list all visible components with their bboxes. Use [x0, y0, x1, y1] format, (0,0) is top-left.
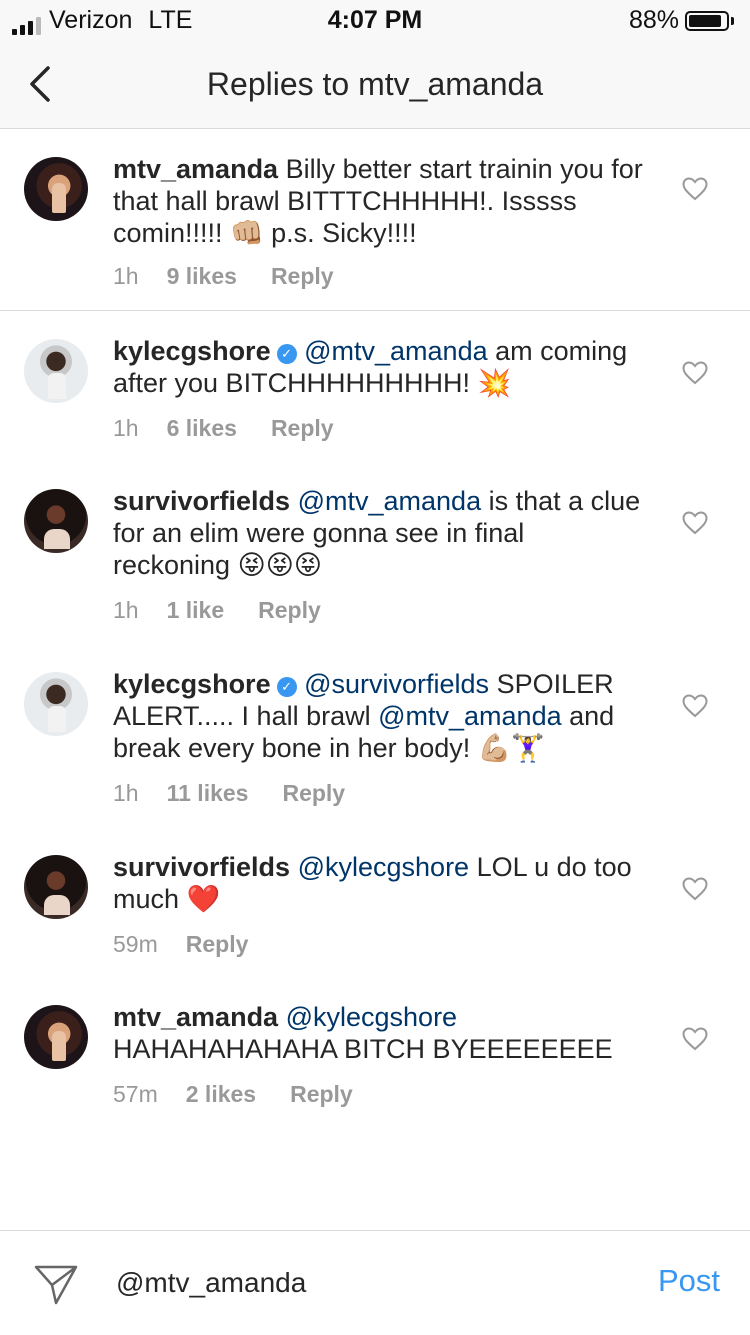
heart-icon[interactable]: [682, 694, 708, 718]
comment-item: survivorfields @mtv_amanda is that a clu…: [0, 461, 750, 644]
verified-badge-icon: ✓: [276, 344, 297, 364]
mention-link[interactable]: @mtv_amanda: [298, 486, 482, 516]
comment-item: survivorfields @kylecgshore LOL u do too…: [0, 827, 750, 977]
comment-input[interactable]: [116, 1267, 616, 1299]
page-title: Replies to mtv_amanda: [206, 66, 544, 102]
nav-header: Replies to mtv_amanda: [0, 40, 750, 129]
battery-tip: [731, 16, 734, 25]
direct-send-icon[interactable]: [32, 1259, 80, 1307]
comment-body: survivorfields @kylecgshore LOL u do too…: [113, 851, 643, 915]
comment-username[interactable]: survivorfields: [113, 852, 290, 882]
mention-link[interactable]: @mtv_amanda: [304, 336, 488, 366]
reply-button[interactable]: Reply: [271, 263, 334, 290]
comment-composer: Post: [0, 1230, 750, 1335]
comment-meta: 1h 11 likes Reply: [113, 780, 345, 807]
reply-button[interactable]: Reply: [186, 931, 249, 958]
avatar[interactable]: [24, 157, 88, 221]
battery-percent: 88%: [628, 6, 679, 34]
mention-link[interactable]: @mtv_amanda: [378, 701, 562, 731]
comment-item: kylecgshore ✓ @mtv_amanda am coming after…: [0, 311, 750, 461]
verified-badge-icon: ✓: [276, 677, 297, 697]
comment-meta: 1h 9 likes Reply: [113, 263, 334, 290]
reply-button[interactable]: Reply: [271, 415, 334, 442]
comment-likes[interactable]: 2 likes: [186, 1081, 256, 1108]
comment-time: 1h: [113, 415, 139, 441]
heart-icon[interactable]: [682, 877, 708, 901]
mention-link[interactable]: @kylecgshore: [298, 852, 469, 882]
avatar[interactable]: [24, 339, 88, 403]
avatar[interactable]: [24, 1005, 88, 1069]
comment-meta: 59m Reply: [113, 931, 248, 958]
comment-username[interactable]: mtv_amanda: [113, 1002, 278, 1032]
heart-icon[interactable]: [682, 361, 708, 385]
comment-time: 1h: [113, 263, 139, 289]
heart-icon[interactable]: [682, 177, 708, 201]
battery-icon: [685, 10, 729, 31]
comment-likes[interactable]: 11 likes: [167, 780, 249, 807]
comment-username[interactable]: survivorfields: [113, 486, 290, 516]
comment-username[interactable]: kylecgshore: [113, 336, 271, 366]
reply-button[interactable]: Reply: [258, 597, 321, 624]
comment-username[interactable]: kylecgshore: [113, 669, 271, 699]
mention-link[interactable]: @kylecgshore: [286, 1002, 457, 1032]
comment-likes[interactable]: 1 like: [167, 597, 225, 624]
status-right: 88%: [629, 6, 734, 35]
mention-link[interactable]: @survivorfields: [304, 669, 489, 699]
comment-item: kylecgshore ✓ @survivorfields SPOILER ALE…: [0, 644, 750, 827]
comment-list: mtv_amanda Billy better start trainin yo…: [0, 129, 750, 1127]
comment-body: mtv_amanda Billy better start trainin yo…: [113, 153, 643, 249]
comment-likes[interactable]: 9 likes: [167, 263, 237, 290]
post-button[interactable]: Post: [658, 1263, 720, 1299]
avatar[interactable]: [24, 489, 88, 553]
avatar[interactable]: [24, 672, 88, 736]
status-bar: Verizon LTE 4:07 PM 88%: [0, 0, 750, 40]
reply-button[interactable]: Reply: [290, 1081, 353, 1108]
comment-body: mtv_amanda @kylecgshore HAHAHAHAHAHA BIT…: [113, 1001, 643, 1065]
reply-button[interactable]: Reply: [282, 780, 345, 807]
comment-item: mtv_amanda Billy better start trainin yo…: [0, 129, 750, 311]
comment-body: kylecgshore ✓ @mtv_amanda am coming after…: [113, 335, 643, 399]
comment-body: survivorfields @mtv_amanda is that a clu…: [113, 485, 643, 581]
avatar[interactable]: [24, 855, 88, 919]
comment-meta: 57m 2 likes Reply: [113, 1081, 353, 1108]
comment-time: 1h: [113, 597, 139, 623]
comment-meta: 1h 6 likes Reply: [113, 415, 334, 442]
comment-username[interactable]: mtv_amanda: [113, 154, 278, 184]
comment-body: kylecgshore ✓ @survivorfields SPOILER ALE…: [113, 668, 643, 764]
comment-time: 59m: [113, 931, 158, 957]
heart-icon[interactable]: [682, 1027, 708, 1051]
comment-likes[interactable]: 6 likes: [167, 415, 237, 442]
comment-meta: 1h 1 like Reply: [113, 597, 321, 624]
comment-time: 1h: [113, 780, 139, 806]
comment-text: HAHAHAHAHAHA BITCH BYEEEEEEEE: [113, 1034, 613, 1064]
comment-item: mtv_amanda @kylecgshore HAHAHAHAHAHA BIT…: [0, 977, 750, 1127]
heart-icon[interactable]: [682, 511, 708, 535]
comment-time: 57m: [113, 1081, 158, 1107]
